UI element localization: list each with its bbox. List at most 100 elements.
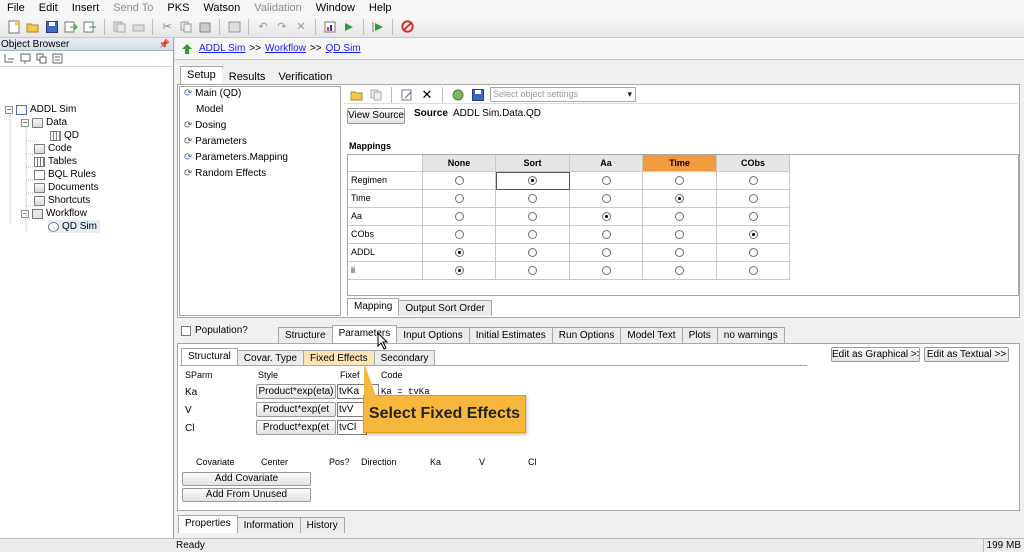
menu-edit[interactable]: Edit	[32, 0, 65, 16]
save-settings-icon[interactable]	[470, 87, 486, 103]
edit-as-graphical-button[interactable]: Edit as Graphical >>	[831, 347, 920, 362]
mapping-radio[interactable]	[528, 176, 537, 185]
tab-covar-type[interactable]: Covar. Type	[236, 350, 304, 366]
mapping-radio[interactable]	[455, 266, 464, 275]
tab-verification[interactable]: Verification	[271, 68, 340, 84]
tab-properties[interactable]: Properties	[178, 515, 238, 533]
edit-as-textual-button[interactable]: Edit as Textual >>	[924, 347, 1009, 362]
menu-pks[interactable]: PKS	[160, 0, 196, 16]
menu-file[interactable]: File	[0, 0, 32, 16]
mapping-radio[interactable]	[749, 248, 758, 257]
style-button-ka[interactable]: Product*exp(eta)	[256, 384, 336, 399]
mapping-radio[interactable]	[602, 248, 611, 257]
mapping-radio[interactable]	[455, 248, 464, 257]
pin-icon[interactable]: 📌	[159, 38, 170, 51]
tab-secondary[interactable]: Secondary	[373, 350, 436, 366]
tab-input-options[interactable]: Input Options	[396, 327, 470, 343]
tab-output-sort-order[interactable]: Output Sort Order	[398, 300, 492, 316]
mapping-radio[interactable]	[602, 176, 611, 185]
population-option[interactable]: Population?	[181, 325, 248, 336]
tab-model-text[interactable]: Model Text	[620, 327, 683, 343]
run-icon[interactable]	[341, 19, 357, 35]
report-icon[interactable]	[322, 19, 338, 35]
mapping-radio[interactable]	[675, 194, 684, 203]
new-icon[interactable]	[6, 19, 22, 35]
tab-structure[interactable]: Structure	[278, 327, 333, 343]
stop-icon[interactable]	[399, 19, 415, 35]
edit-icon[interactable]	[399, 87, 415, 103]
export-icon[interactable]	[82, 19, 98, 35]
tab-setup[interactable]: Setup	[180, 66, 223, 84]
population-checkbox[interactable]	[181, 325, 191, 336]
tab-run-options[interactable]: Run Options	[551, 327, 622, 343]
tab-warnings[interactable]: no warnings	[716, 327, 785, 343]
mapping-radio[interactable]	[602, 212, 611, 221]
delete-icon[interactable]: ✕	[293, 19, 309, 35]
copy-icon[interactable]	[178, 19, 194, 35]
mapping-radio[interactable]	[528, 194, 537, 203]
delete-settings-icon[interactable]: ✕	[419, 87, 435, 103]
save-icon[interactable]	[44, 19, 60, 35]
mapping-radio[interactable]	[528, 230, 537, 239]
nav-up-icon[interactable]	[179, 41, 195, 57]
mapping-radio[interactable]	[455, 230, 464, 239]
menu-validation[interactable]: Validation	[247, 0, 309, 16]
run-workflow-icon[interactable]	[370, 19, 386, 35]
copy-object-icon[interactable]	[35, 52, 47, 64]
setup-item-dosing[interactable]: ⟳ Dosing	[184, 120, 226, 131]
mapping-radio[interactable]	[528, 212, 537, 221]
mapping-radio[interactable]	[749, 194, 758, 203]
menu-watson[interactable]: Watson	[196, 0, 247, 16]
view-source-button[interactable]: View Source	[347, 108, 405, 124]
mapping-radio[interactable]	[455, 212, 464, 221]
setup-item-main[interactable]: ⟳ Main (QD)	[184, 88, 241, 99]
expand-icon[interactable]	[19, 52, 31, 64]
mapping-radio[interactable]	[455, 176, 464, 185]
mapping-radio[interactable]	[675, 212, 684, 221]
mapping-radio[interactable]	[675, 230, 684, 239]
object-settings-dropdown[interactable]: Select object settings ▾	[490, 87, 636, 102]
setup-item-parameters[interactable]: ⟳ Parameters	[184, 136, 247, 147]
mapping-radio[interactable]	[749, 230, 758, 239]
mapping-radio[interactable]	[602, 194, 611, 203]
mapping-radio[interactable]	[675, 266, 684, 275]
tab-results[interactable]: Results	[221, 68, 273, 84]
tab-mapping[interactable]: Mapping	[347, 298, 400, 316]
menu-insert[interactable]: Insert	[65, 0, 107, 16]
menu-send-to[interactable]: Send To	[106, 0, 160, 16]
mapping-radio[interactable]	[528, 248, 537, 257]
redo-icon[interactable]: ↷	[274, 19, 290, 35]
tab-initial-estimates[interactable]: Initial Estimates	[468, 327, 553, 343]
grid-icon[interactable]	[226, 19, 242, 35]
add-covariate-button[interactable]: Add Covariate	[182, 472, 311, 486]
tab-structural[interactable]: Structural	[181, 348, 238, 366]
settings-tree-icon[interactable]	[450, 87, 466, 103]
mapping-radio[interactable]	[602, 230, 611, 239]
mapping-radio[interactable]	[749, 266, 758, 275]
mapping-radio[interactable]	[455, 194, 464, 203]
copy-settings-icon[interactable]	[368, 87, 384, 103]
mapping-radio[interactable]	[749, 212, 758, 221]
mapping-radio[interactable]	[675, 176, 684, 185]
setup-item-model[interactable]: Model	[196, 104, 223, 115]
tab-history[interactable]: History	[299, 517, 345, 533]
menu-window[interactable]: Window	[309, 0, 362, 16]
mapping-radio[interactable]	[675, 248, 684, 257]
properties-icon[interactable]	[51, 52, 63, 64]
open-icon[interactable]	[25, 19, 41, 35]
paste-icon[interactable]	[197, 19, 213, 35]
add-from-unused-button[interactable]: Add From Unused	[182, 488, 311, 502]
mapping-radio[interactable]	[602, 266, 611, 275]
style-button-v[interactable]: Product*exp(et	[256, 402, 336, 417]
mapping-radio[interactable]	[749, 176, 758, 185]
open-file-icon[interactable]	[348, 87, 364, 103]
tab-plots[interactable]: Plots	[681, 327, 718, 343]
undo-icon[interactable]: ↶	[255, 19, 271, 35]
setup-item-parameters-mapping[interactable]: ⟳ Parameters.Mapping	[184, 152, 288, 163]
breadcrumb-addl-sim[interactable]: ADDL Sim	[199, 43, 245, 54]
tab-information[interactable]: Information	[236, 517, 301, 533]
setup-item-random-effects[interactable]: ⟳ Random Effects	[184, 168, 266, 179]
menu-help[interactable]: Help	[362, 0, 399, 16]
breadcrumb-workflow[interactable]: Workflow	[265, 43, 306, 54]
cut-icon[interactable]: ✂	[159, 19, 175, 35]
